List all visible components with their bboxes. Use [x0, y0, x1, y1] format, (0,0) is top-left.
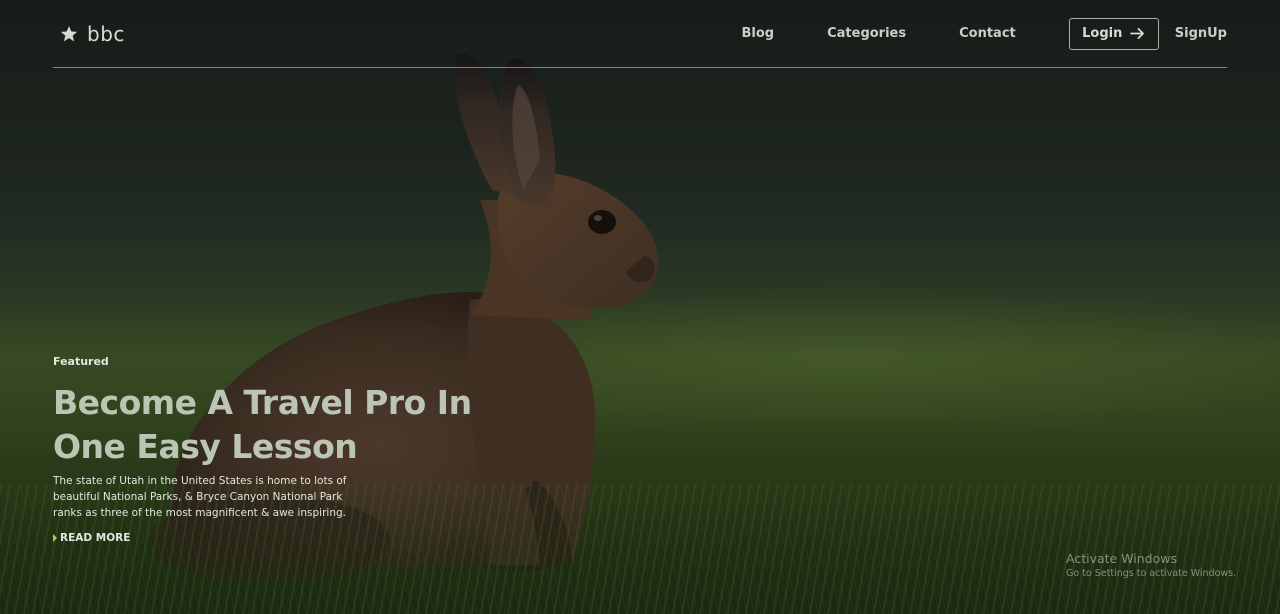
- brand-name: bbc: [87, 21, 125, 46]
- watermark-title: Activate Windows: [1066, 551, 1177, 566]
- hero-headline: Become A Travel Pro In One Easy Lesson: [53, 381, 523, 469]
- signup-link[interactable]: SignUp: [1175, 26, 1227, 41]
- hero-description: The state of Utah in the United States i…: [53, 475, 347, 519]
- nav-link-categories[interactable]: Categories: [827, 26, 906, 41]
- hero-headline-line1: Become A Travel Pro In: [53, 383, 472, 422]
- watermark-subtitle: Go to Settings to activate Windows.: [1066, 568, 1237, 579]
- nav-link-contact[interactable]: Contact: [959, 26, 1016, 41]
- arrow-right-icon: [1130, 28, 1145, 39]
- hero-section: bbc Blog Categories Contact Login SignUp…: [0, 0, 1280, 614]
- hero-headline-line2: One Easy Lesson: [53, 427, 358, 466]
- main-nav: Blog Categories Contact Login SignUp: [741, 17, 1227, 50]
- activate-windows-watermark: Activate Windows Go to Settings to activ…: [1066, 551, 1236, 581]
- caret-right-icon: [53, 534, 57, 542]
- featured-tag: Featured: [53, 355, 109, 368]
- star-icon: [60, 25, 78, 41]
- brand-logo[interactable]: bbc: [53, 22, 125, 46]
- read-more-label: READ MORE: [60, 532, 131, 544]
- read-more-link[interactable]: READ MORE: [53, 532, 130, 544]
- dark-overlay: [0, 0, 1280, 614]
- navbar: bbc Blog Categories Contact Login SignUp: [53, 0, 1227, 68]
- nav-link-blog[interactable]: Blog: [741, 26, 774, 41]
- login-label: Login: [1082, 26, 1123, 41]
- login-button[interactable]: Login: [1068, 17, 1159, 50]
